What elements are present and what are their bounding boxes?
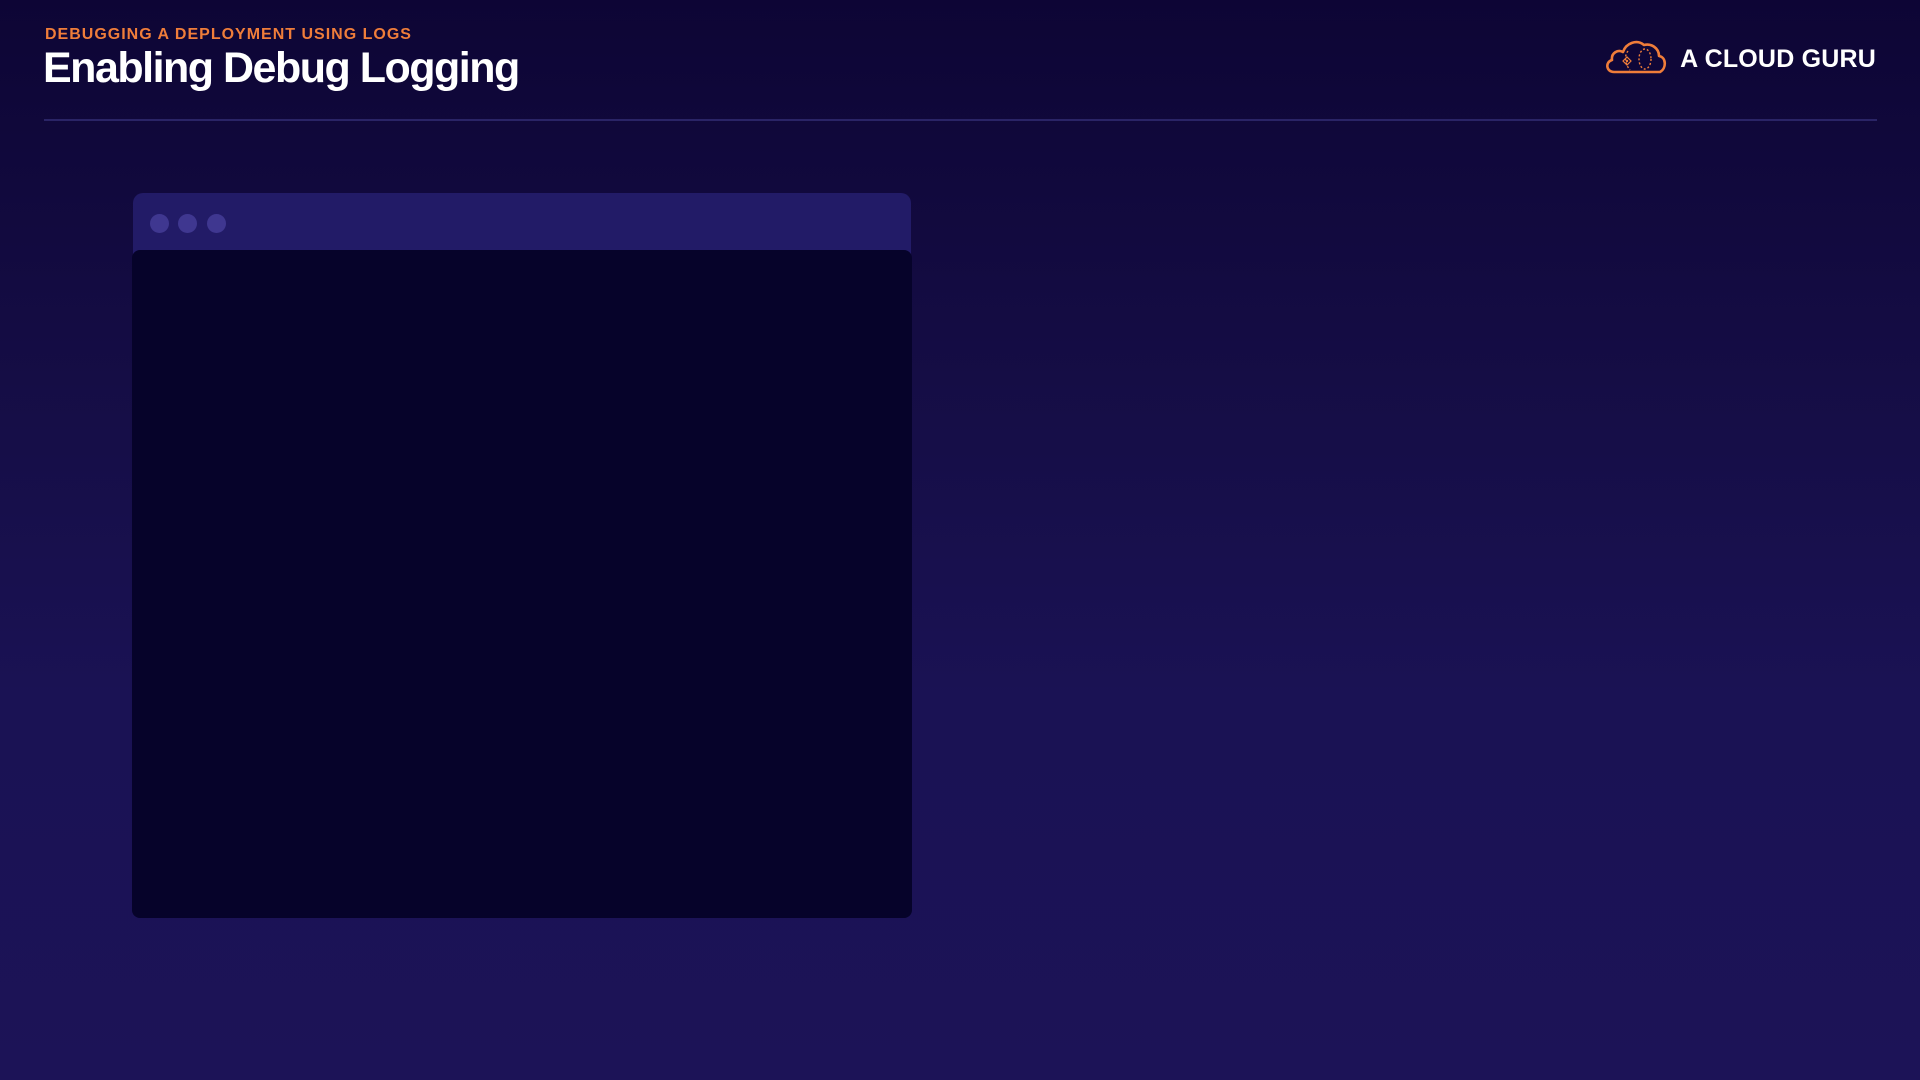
brand-logo: A CLOUD GURU [1604,36,1876,82]
window-titlebar [133,193,911,255]
page-title: Enabling Debug Logging [43,44,520,92]
header-divider [44,119,1877,121]
window-minimize-dot[interactable] [178,214,197,233]
brand-name: A CLOUD GURU [1680,44,1876,73]
cloud-logo-icon [1606,40,1667,74]
terminal-content[interactable] [132,250,912,918]
window-maximize-dot[interactable] [207,214,226,233]
terminal-window [132,193,912,918]
window-close-dot[interactable] [150,214,169,233]
